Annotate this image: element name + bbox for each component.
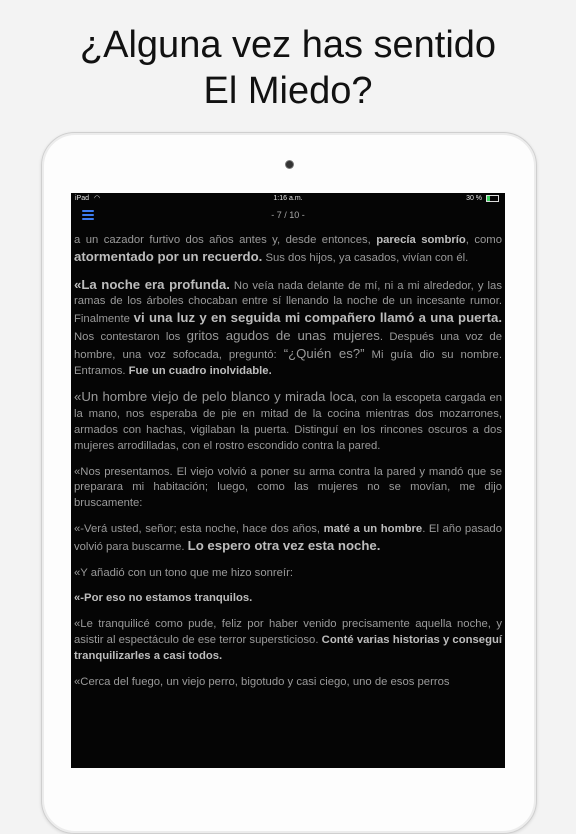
text-run: a un cazador furtivo dos años antes y, d… [74, 234, 377, 246]
text-run: «Y añadió con un tono que me hizo sonreí… [74, 566, 293, 579]
status-bar: iPad ◠ 1:16 a.m. 30 % [71, 193, 505, 205]
text-run: «Un hombre viejo de pelo blanco y mirada… [74, 389, 354, 405]
text-run: «La noche era profunda. [74, 276, 230, 292]
text-run: , como [465, 234, 502, 246]
text-run: «Cerca del fuego, un viejo perro, bigotu… [74, 675, 450, 688]
text-run: «-Verá usted, señor; esta noche, hace do… [74, 522, 324, 535]
text-run: “¿Quién es?” [283, 345, 365, 361]
battery-icon [486, 194, 499, 202]
text-run: «-Por eso no estamos tranquilos. [74, 592, 253, 605]
text-run: Fue un cuadro inolvidable. [128, 364, 272, 377]
paragraph: «Le tranquilicé como pude, feliz por hab… [74, 617, 502, 664]
reader-navbar: - 7 / 10 - [71, 205, 505, 227]
paragraph: a un cazador furtivo dos años antes y, d… [74, 233, 502, 267]
battery-percent: 30 % [466, 195, 483, 202]
text-run: Sus dos hijos, ya casados, vivían con él… [262, 251, 469, 264]
promo-headline: ¿Alguna vez has sentido El Miedo? [0, 22, 576, 114]
paragraph: «Cerca del fuego, un viejo perro, bigotu… [74, 675, 502, 691]
text-run: Lo espero otra vez esta noche. [187, 537, 381, 553]
paragraph: «La noche era profunda. No veía nada del… [74, 277, 502, 380]
reader-text[interactable]: a un cazador furtivo dos años antes y, d… [74, 233, 502, 700]
page-indicator: - 7 / 10 - [271, 210, 305, 220]
text-run: gritos agudos de unas mujeres [186, 327, 380, 343]
text-run: Nos contestaron los [74, 330, 187, 343]
camera-icon [286, 161, 293, 168]
text-run: maté a un hombre [323, 522, 423, 535]
status-time: 1:16 a.m. [273, 195, 303, 202]
text-run: vi una luz y en seguida mi compañero lla… [133, 310, 502, 326]
headline-line-1: ¿Alguna vez has sentido [79, 24, 497, 66]
paragraph: «Un hombre viejo de pelo blanco y mirada… [74, 389, 502, 454]
paragraph: «Nos presentamos. El viejo volvió a pone… [74, 465, 502, 512]
text-run: parecía sombrío [376, 234, 466, 246]
paragraph: «Y añadió con un tono que me hizo sonreí… [74, 566, 502, 582]
headline-line-2: El Miedo? [203, 70, 373, 112]
paragraph: «-Por eso no estamos tranquilos. [74, 591, 502, 607]
text-run: «Nos presentamos. El viejo volvió a pone… [74, 465, 502, 510]
text-run: atormentado por un recuerdo. [74, 248, 263, 264]
paragraph: «-Verá usted, señor; esta noche, hace do… [74, 522, 502, 556]
reader-screen: iPad ◠ 1:16 a.m. 30 % - 7 / 10 - a un ca… [71, 193, 505, 768]
